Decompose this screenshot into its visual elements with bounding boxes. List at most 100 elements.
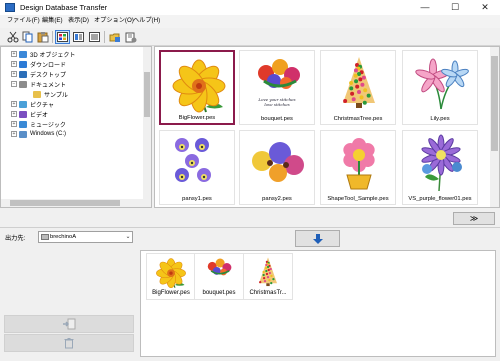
- design-filename: pansy1.pes: [182, 196, 212, 202]
- design-thumbnail[interactable]: ShapeTool_Sample.pes: [320, 130, 396, 205]
- minimize-button[interactable]: —: [410, 0, 440, 15]
- tree-item[interactable]: + Windows (C:): [11, 129, 66, 139]
- tree-item-label: サンプル: [44, 92, 68, 99]
- design-filename: ShapeTool_Sample.pes: [327, 196, 389, 202]
- medium-thumbnail-icon[interactable]: [71, 30, 86, 44]
- panel-divider: [0, 227, 500, 228]
- folder-icon: [19, 110, 27, 118]
- tree-item-label: ビデオ: [30, 112, 49, 119]
- design-thumbnail[interactable]: pansy2.pes: [239, 130, 315, 205]
- toolbar-separator: [52, 31, 53, 43]
- tree-item-label: デスクトップ: [30, 72, 67, 79]
- menu-help[interactable]: ヘルプ(H): [133, 16, 160, 26]
- design-thumbnail[interactable]: VS_purple_flower01.pes: [402, 130, 478, 205]
- close-button[interactable]: ✕: [470, 0, 500, 15]
- bouquet-caption: love stitches: [264, 102, 290, 107]
- menu-edit[interactable]: 編集(E): [42, 16, 63, 26]
- destination-filename: ChristmasTr...: [249, 290, 287, 296]
- expand-toggle-icon[interactable]: +: [11, 61, 17, 67]
- app-icon: [5, 3, 15, 12]
- toolbar-separator: [104, 31, 105, 43]
- large-thumbnail-icon[interactable]: [55, 30, 70, 44]
- drive-icon: [41, 234, 49, 240]
- flower-design-image: [403, 131, 479, 195]
- tree-hscroll-thumb[interactable]: [10, 200, 120, 206]
- design-filename: BigFlower.pes: [178, 115, 216, 121]
- trash-icon: [64, 338, 74, 349]
- menu-view[interactable]: 表示(D): [68, 16, 89, 26]
- collapse-button[interactable]: ≫: [453, 212, 495, 225]
- tree-vertical-scrollbar[interactable]: [143, 47, 151, 207]
- flower-design-image: [259, 257, 277, 287]
- folder-icon: [19, 100, 27, 108]
- expand-toggle-icon[interactable]: −: [11, 81, 17, 87]
- design-thumbnail[interactable]: Love your stitches love stitches bouquet.p…: [239, 50, 315, 125]
- design-filename: pansy2.pes: [262, 196, 292, 202]
- tree-item-label: ドキュメント: [30, 82, 67, 89]
- flower-design-image: [161, 52, 237, 116]
- arrow-down-icon: [312, 233, 323, 244]
- expand-toggle-icon[interactable]: +: [11, 51, 17, 57]
- folder-icon[interactable]: [107, 30, 122, 44]
- menu-file[interactable]: ファイル(F): [7, 16, 40, 26]
- chevron-down-icon[interactable]: ⌄: [123, 231, 133, 243]
- flower-design-image: [207, 258, 232, 276]
- design-filename: ChristmasTree.pes: [333, 116, 383, 122]
- design-filename: bouquet.pes: [261, 116, 293, 122]
- copy-icon[interactable]: [20, 30, 35, 44]
- expand-toggle-icon[interactable]: +: [11, 101, 17, 107]
- folder-icon: [19, 50, 27, 58]
- tree-scroll-thumb[interactable]: [144, 72, 150, 117]
- expand-toggle-icon[interactable]: +: [11, 131, 17, 137]
- tree-item[interactable]: + デスクトップ: [11, 69, 66, 79]
- gallery-scroll-thumb[interactable]: [491, 56, 498, 151]
- expand-toggle-icon[interactable]: +: [11, 121, 17, 127]
- flower-design-image: [240, 131, 316, 195]
- destination-filename: bouquet.pes: [202, 290, 236, 296]
- folder-icon: [19, 130, 27, 138]
- paste-icon[interactable]: [35, 30, 50, 44]
- tree-item[interactable]: + ピクチャ: [11, 99, 54, 109]
- import-icon: [63, 318, 76, 330]
- window-title: Design Database Transfer: [20, 3, 108, 12]
- output-label: 出力先:: [5, 235, 26, 242]
- tree-item[interactable]: + ビデオ: [11, 109, 48, 119]
- flower-design-image: [321, 51, 397, 115]
- menu-options[interactable]: オプション(O): [94, 16, 134, 26]
- tree-item[interactable]: +3D オブジェクト: [11, 49, 75, 59]
- folder-icon: [33, 90, 41, 98]
- tree-item[interactable]: − ドキュメント: [11, 79, 66, 89]
- design-thumbnail[interactable]: BigFlower.pes: [159, 50, 235, 125]
- tree-item-label: ダウンロード: [30, 62, 67, 69]
- tree-item-label: ミュージック: [30, 122, 66, 129]
- output-select[interactable]: brechinoA: [38, 231, 133, 243]
- flower-design-image: [160, 131, 236, 195]
- design-filename: VS_purple_flower01.pes: [408, 196, 472, 202]
- design-thumbnail[interactable]: pansy1.pes: [159, 130, 235, 205]
- tree-item-label: Windows (C:): [30, 131, 67, 137]
- flower-design-image: [156, 258, 186, 289]
- transfer-button[interactable]: [295, 230, 340, 247]
- expand-toggle-icon[interactable]: +: [11, 111, 17, 117]
- folder-icon: [19, 60, 27, 68]
- folder-icon: [19, 120, 27, 128]
- import-button[interactable]: [4, 315, 134, 333]
- flower-design-image: [403, 51, 479, 115]
- design-thumbnail[interactable]: Lily.pes: [402, 50, 478, 125]
- cut-icon[interactable]: [5, 30, 20, 44]
- tree-item[interactable]: + ミュージック: [11, 119, 66, 129]
- design-filename: Lily.pes: [430, 116, 450, 122]
- folder-icon: [19, 70, 27, 78]
- list-view-icon[interactable]: [87, 30, 102, 44]
- tree-item[interactable]: + ダウンロード: [11, 59, 66, 69]
- properties-icon[interactable]: [123, 30, 138, 44]
- folder-icon: [19, 80, 27, 88]
- maximize-button[interactable]: ☐: [440, 0, 470, 15]
- tree-item[interactable]: サンプル: [33, 89, 68, 99]
- delete-button[interactable]: [4, 334, 134, 352]
- design-thumbnail[interactable]: ChristmasTree.pes: [320, 50, 396, 125]
- tree-item-label: ピクチャ: [30, 102, 54, 109]
- flower-design-image: [321, 131, 397, 195]
- expand-toggle-icon[interactable]: +: [11, 71, 17, 77]
- tree-item-label: 3D オブジェクト: [30, 52, 76, 59]
